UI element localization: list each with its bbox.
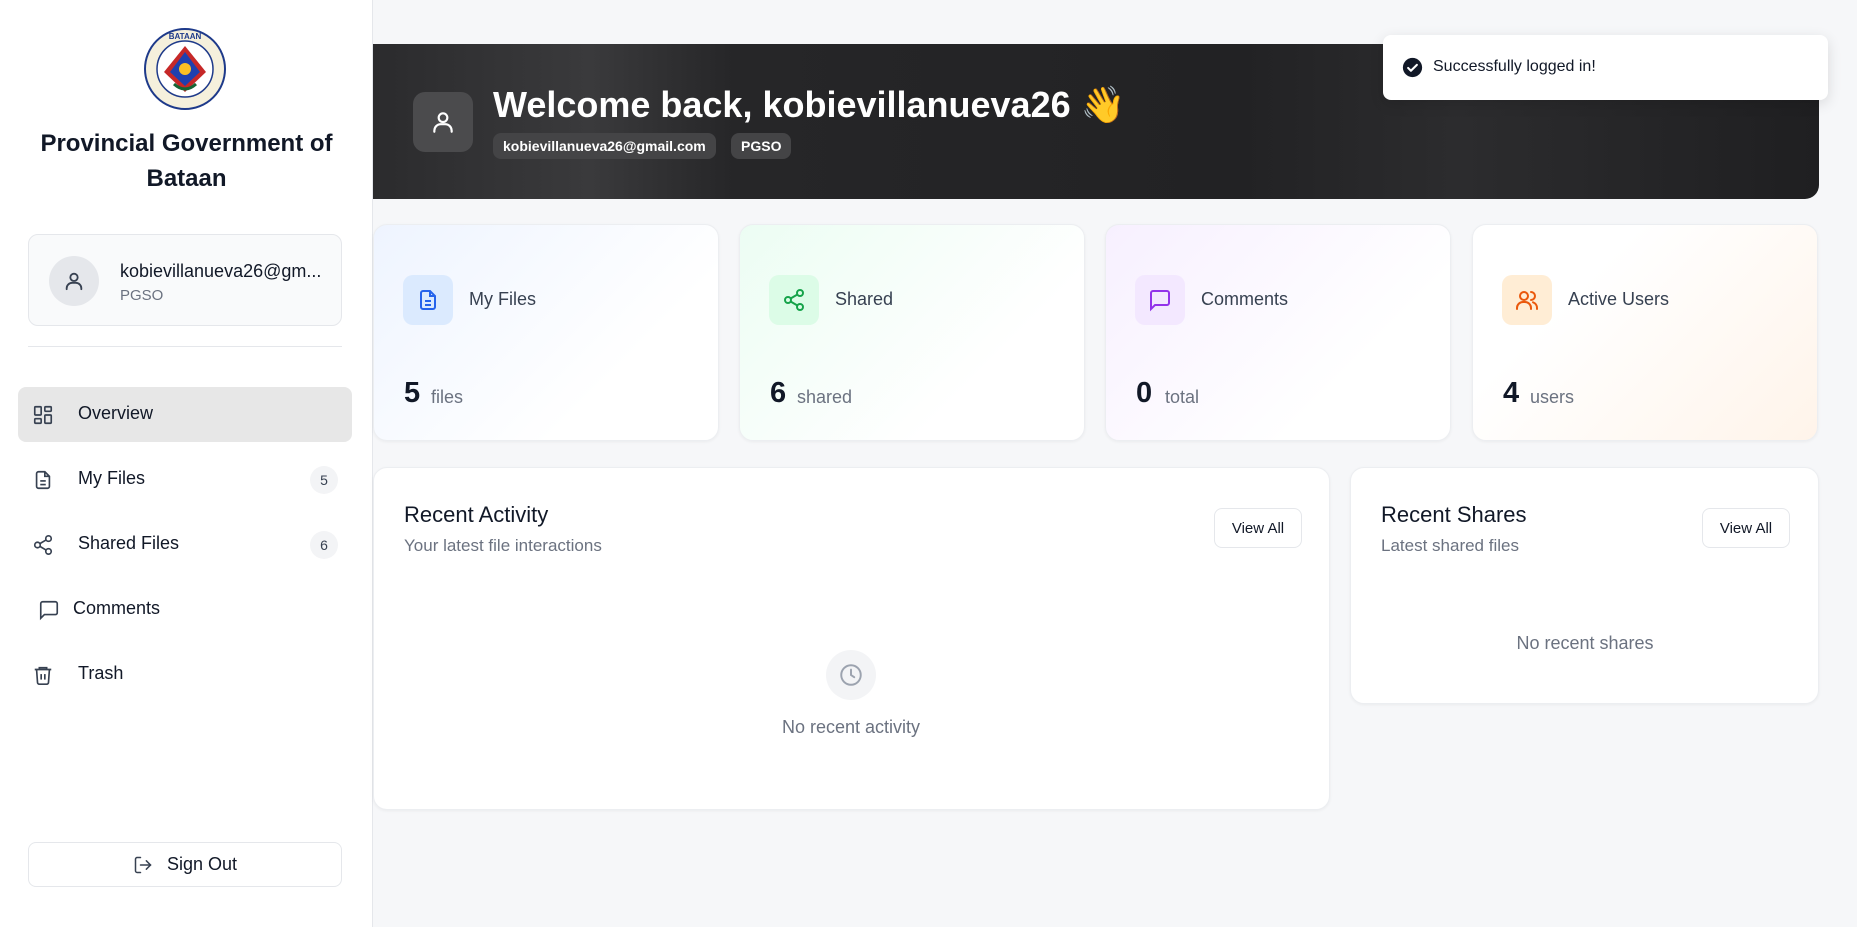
recent-shares-panel: Recent Shares Latest shared files View A… bbox=[1350, 467, 1819, 704]
sidebar-item-label: Shared Files bbox=[78, 533, 180, 553]
avatar bbox=[413, 92, 473, 152]
comment-icon bbox=[39, 600, 59, 621]
sidebar-item-label: Trash bbox=[78, 663, 124, 683]
stat-label: Shared bbox=[835, 289, 894, 309]
sign-out-button[interactable]: Sign Out bbox=[28, 842, 342, 887]
stat-value: 6 bbox=[770, 377, 787, 409]
file-icon bbox=[420, 290, 436, 310]
sidebar-item-label: My Files bbox=[78, 468, 145, 488]
comment-icon bbox=[1150, 290, 1170, 312]
stat-unit: shared bbox=[797, 387, 853, 407]
recent-activity-panel: Recent Activity Your latest file interac… bbox=[373, 467, 1330, 810]
email-badge: kobievillanueva26@gmail.com bbox=[493, 133, 716, 159]
sign-out-label: Sign Out bbox=[166, 854, 238, 874]
stat-icon-box bbox=[403, 275, 453, 325]
logout-icon bbox=[134, 856, 152, 873]
users-icon bbox=[1516, 291, 1539, 310]
org-name: Provincial Government of Bataan bbox=[40, 130, 333, 192]
sidebar-item-trash[interactable]: Trash bbox=[18, 647, 352, 702]
trash-icon bbox=[34, 666, 52, 685]
sidebar: BATAAN Provincial Government of Bataan k… bbox=[0, 0, 373, 927]
stat-value: 4 bbox=[1503, 377, 1520, 409]
user-department: PGSO bbox=[120, 287, 164, 304]
sidebar-item-overview[interactable]: Overview bbox=[18, 387, 352, 442]
clock-icon bbox=[826, 650, 876, 700]
share-icon bbox=[784, 289, 804, 311]
stat-value: 5 bbox=[404, 377, 421, 409]
sidebar-item-my-files[interactable]: My Files 5 bbox=[18, 452, 352, 507]
dashboard-icon bbox=[33, 405, 53, 425]
welcome-title: Welcome back, kobievillanueva26 👋 bbox=[493, 84, 1126, 125]
stat-icon-box bbox=[1502, 275, 1552, 325]
user-email: kobievillanueva26@gm... bbox=[120, 261, 322, 281]
panel-subtitle: Latest shared files bbox=[1381, 536, 1519, 555]
stat-icon-box bbox=[769, 275, 819, 325]
stat-label: Active Users bbox=[1568, 289, 1670, 309]
stat-unit: total bbox=[1165, 387, 1200, 407]
sidebar-item-label: Overview bbox=[78, 403, 154, 423]
stat-card-comments[interactable]: Comments 0 total bbox=[1105, 224, 1451, 441]
stat-card-my-files[interactable]: My Files 5 files bbox=[373, 224, 719, 441]
panel-subtitle: Your latest file interactions bbox=[404, 536, 602, 555]
stat-icon-box bbox=[1135, 275, 1185, 325]
check-circle-icon bbox=[1402, 57, 1423, 78]
stat-label: Comments bbox=[1201, 289, 1289, 309]
stat-card-shared[interactable]: Shared 6 shared bbox=[739, 224, 1085, 441]
stat-value: 0 bbox=[1136, 377, 1153, 409]
svg-text:BATAAN: BATAAN bbox=[169, 32, 202, 41]
sidebar-item-label: Comments bbox=[73, 598, 161, 618]
user-icon bbox=[433, 112, 453, 133]
user-card: kobievillanueva26@gm... PGSO bbox=[28, 234, 342, 326]
avatar bbox=[49, 256, 99, 306]
sidebar-item-comments[interactable]: Comments bbox=[18, 582, 352, 637]
sidebar-item-shared-files[interactable]: Shared Files 6 bbox=[18, 517, 352, 572]
department-badge: PGSO bbox=[731, 133, 792, 159]
stat-unit: users bbox=[1530, 387, 1575, 407]
empty-state-text: No recent activity bbox=[781, 717, 921, 737]
success-toast: Successfully logged in! bbox=[1383, 35, 1828, 100]
panel-title: Recent Activity bbox=[404, 502, 549, 527]
stat-label: My Files bbox=[469, 289, 536, 309]
view-all-activity-button[interactable]: View All bbox=[1214, 508, 1302, 548]
panel-title: Recent Shares bbox=[1381, 502, 1527, 527]
bataan-seal-logo: BATAAN bbox=[144, 28, 226, 110]
view-all-shares-button[interactable]: View All bbox=[1702, 508, 1790, 548]
stat-unit: files bbox=[431, 387, 464, 407]
empty-state-text: No recent shares bbox=[1516, 633, 1654, 653]
user-icon bbox=[65, 272, 83, 291]
share-icon bbox=[33, 535, 53, 555]
count-badge: 6 bbox=[310, 531, 338, 559]
file-icon bbox=[35, 470, 51, 490]
stat-card-active-users[interactable]: Active Users 4 users bbox=[1472, 224, 1818, 441]
toast-message: Successfully logged in! bbox=[1433, 58, 1596, 75]
count-badge: 5 bbox=[310, 466, 338, 494]
divider bbox=[28, 346, 342, 347]
